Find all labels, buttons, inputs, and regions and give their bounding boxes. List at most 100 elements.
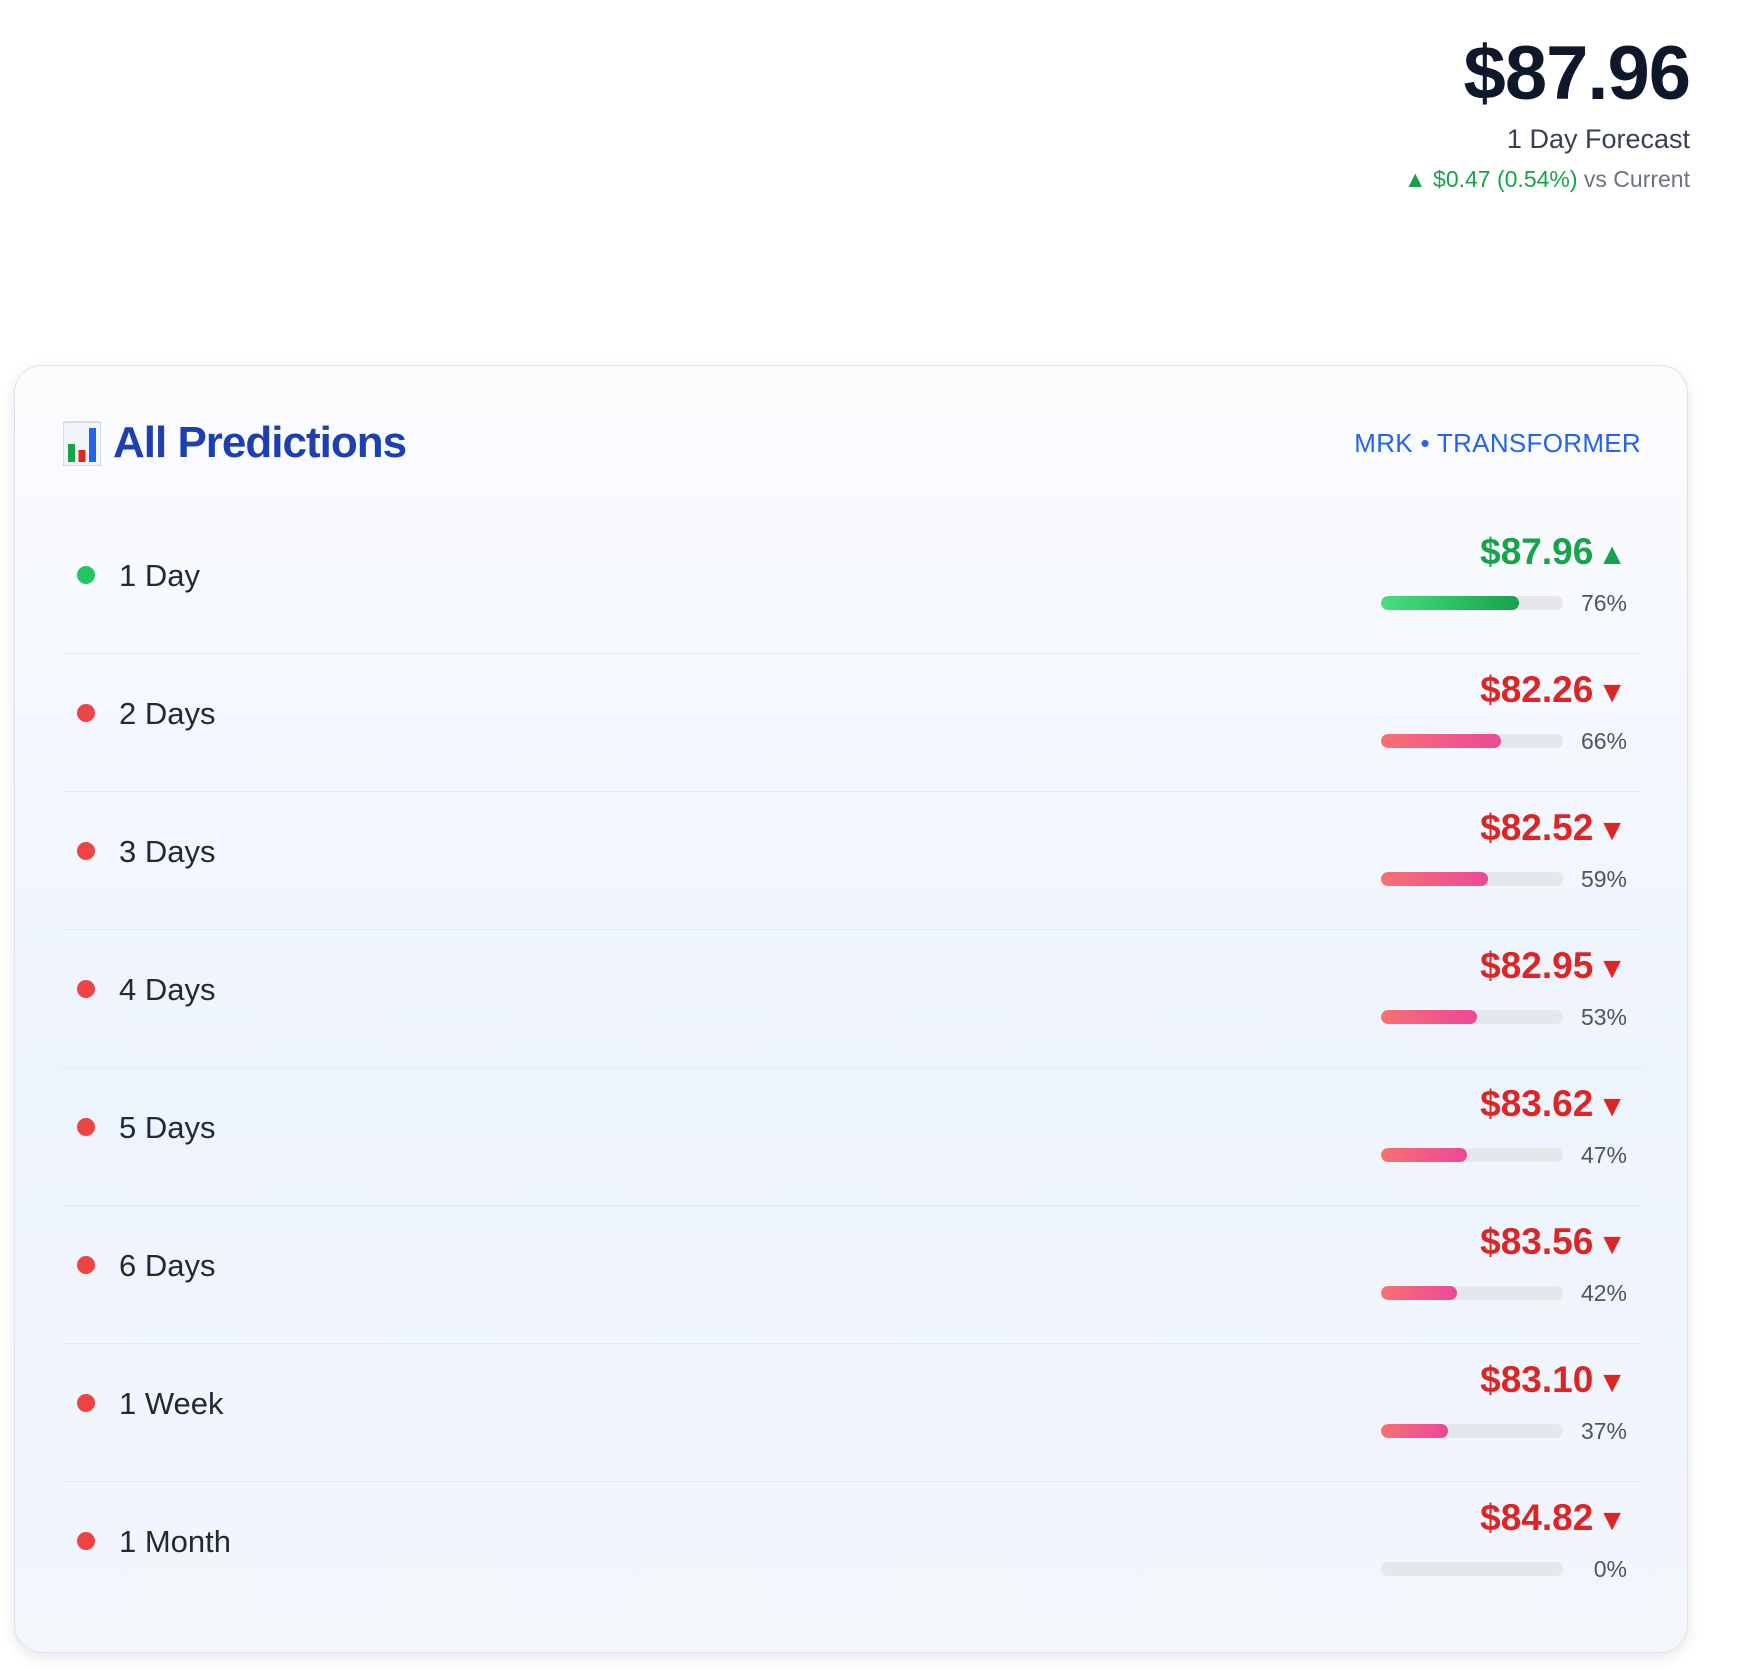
down-arrow-icon: ▼ (1597, 814, 1627, 847)
confidence-bar (1381, 1010, 1563, 1024)
confidence-bar (1381, 1424, 1563, 1438)
prediction-row: 2 Days $82.26 ▼ 66% (63, 654, 1641, 792)
prediction-horizon: 3 Days (119, 834, 216, 869)
prediction-price: $87.96 (1480, 531, 1594, 572)
change-value: $0.47 (0.54%) (1433, 166, 1578, 192)
prediction-row: 1 Day $87.96 ▲ 76% (63, 516, 1641, 654)
prediction-horizon: 6 Days (119, 1248, 216, 1283)
confidence-bar-fill (1381, 596, 1520, 610)
confidence-line: 37% (1327, 1415, 1627, 1447)
confidence-line: 53% (1327, 1001, 1627, 1033)
down-arrow-icon: ▼ (1597, 1090, 1627, 1123)
confidence-percent: 53% (1580, 1003, 1627, 1030)
confidence-bar-fill (1381, 1286, 1458, 1300)
prediction-price-line: $84.82 ▼ (1327, 1494, 1627, 1545)
prediction-value-group: $83.62 ▼ 47% (1327, 1080, 1627, 1171)
prediction-price: $82.26 (1480, 669, 1594, 710)
confidence-bar-fill (1381, 734, 1502, 748)
confidence-bar (1381, 1562, 1563, 1576)
prediction-list: 1 Day $87.96 ▲ 76% 2 Days $82.26 ▼ 66% 3… (63, 516, 1641, 1619)
confidence-percent: 76% (1580, 589, 1627, 616)
forecast-change: ▲ $0.47 (0.54%) vs Current (1090, 164, 1690, 194)
prediction-price-line: $87.96 ▲ (1327, 528, 1627, 579)
prediction-value-group: $83.10 ▼ 37% (1327, 1356, 1627, 1447)
prediction-price-line: $83.10 ▼ (1327, 1356, 1627, 1407)
direction-dot-icon (77, 1256, 95, 1274)
direction-dot-icon (77, 704, 95, 722)
confidence-percent: 59% (1580, 865, 1627, 892)
prediction-horizon: 1 Month (119, 1524, 232, 1559)
confidence-bar (1381, 872, 1563, 886)
direction-dot-icon (77, 1118, 95, 1136)
confidence-line: 59% (1327, 863, 1627, 895)
down-arrow-icon: ▼ (1597, 952, 1627, 985)
down-arrow-icon: ▼ (1597, 1504, 1627, 1537)
confidence-percent: 47% (1580, 1141, 1627, 1168)
prediction-horizon: 4 Days (119, 972, 216, 1007)
down-arrow-icon: ▼ (1597, 676, 1627, 709)
confidence-bar (1381, 734, 1563, 748)
forecast-summary: $87.96 1 Day Forecast ▲ $0.47 (0.54%) vs… (1090, 30, 1691, 194)
confidence-bar (1381, 1148, 1563, 1162)
confidence-line: 42% (1327, 1277, 1627, 1309)
forecast-price: $87.96 (1463, 31, 1691, 116)
prediction-value-group: $83.56 ▼ 42% (1327, 1218, 1627, 1309)
down-arrow-icon: ▼ (1597, 1228, 1627, 1261)
prediction-row: 4 Days $82.95 ▼ 53% (63, 930, 1641, 1068)
confidence-line: 47% (1327, 1139, 1627, 1171)
bar-chart-icon (63, 421, 101, 466)
direction-dot-icon (77, 566, 95, 584)
forecast-page: $87.96 1 Day Forecast ▲ $0.47 (0.54%) vs… (0, 0, 1738, 1670)
prediction-row: 6 Days $83.56 ▼ 42% (63, 1206, 1641, 1344)
prediction-price: $84.82 (1480, 1497, 1594, 1538)
confidence-percent: 0% (1593, 1555, 1627, 1582)
prediction-price: $83.10 (1480, 1359, 1594, 1400)
prediction-price: $83.62 (1480, 1083, 1594, 1124)
confidence-line: 0% (1327, 1553, 1627, 1585)
confidence-percent: 37% (1580, 1417, 1627, 1444)
down-arrow-icon: ▼ (1597, 1366, 1627, 1399)
prediction-price-line: $82.52 ▼ (1327, 804, 1627, 855)
confidence-percent: 66% (1580, 727, 1627, 754)
confidence-bar-fill (1381, 1148, 1467, 1162)
confidence-bar-fill (1381, 872, 1489, 886)
prediction-horizon: 5 Days (119, 1110, 216, 1145)
prediction-value-group: $87.96 ▲ 76% (1327, 528, 1627, 619)
prediction-price: $83.56 (1480, 1221, 1594, 1262)
ticker-model-label: MRK • TRANSFORMER (1354, 427, 1641, 458)
prediction-row: 1 Month $84.82 ▼ 0% (63, 1482, 1641, 1619)
prediction-row: 1 Week $83.10 ▼ 37% (63, 1344, 1641, 1482)
confidence-bar (1381, 1286, 1563, 1300)
prediction-value-group: $82.26 ▼ 66% (1327, 666, 1627, 757)
prediction-price-line: $82.26 ▼ (1327, 666, 1627, 717)
confidence-bar-fill (1381, 1424, 1449, 1438)
prediction-value-group: $82.95 ▼ 53% (1327, 942, 1627, 1033)
card-header: All Predictions MRK • TRANSFORMER (63, 416, 1641, 470)
direction-dot-icon (77, 842, 95, 860)
prediction-horizon: 1 Day (119, 558, 200, 593)
prediction-horizon: 1 Week (119, 1386, 224, 1421)
confidence-percent: 42% (1580, 1279, 1627, 1306)
direction-dot-icon (77, 1394, 95, 1412)
change-up-arrow-icon: ▲ (1403, 166, 1427, 192)
prediction-horizon: 2 Days (119, 696, 216, 731)
prediction-price: $82.52 (1480, 807, 1594, 848)
forecast-label: 1 Day Forecast (1506, 124, 1690, 154)
change-suffix: vs Current (1583, 166, 1690, 192)
up-arrow-icon: ▲ (1597, 538, 1627, 571)
prediction-price-line: $83.62 ▼ (1327, 1080, 1627, 1131)
confidence-bar-fill (1381, 1010, 1478, 1024)
prediction-value-group: $82.52 ▼ 59% (1327, 804, 1627, 895)
direction-dot-icon (77, 1532, 95, 1550)
prediction-price-line: $83.56 ▼ (1327, 1218, 1627, 1269)
prediction-value-group: $84.82 ▼ 0% (1327, 1494, 1627, 1585)
card-title: All Predictions (113, 418, 407, 467)
prediction-row: 3 Days $82.52 ▼ 59% (63, 792, 1641, 930)
prediction-row: 5 Days $83.62 ▼ 47% (63, 1068, 1641, 1206)
prediction-price-line: $82.95 ▼ (1327, 942, 1627, 993)
confidence-bar (1381, 596, 1563, 610)
card-title-group: All Predictions (63, 418, 407, 468)
confidence-line: 76% (1327, 587, 1627, 619)
confidence-line: 66% (1327, 725, 1627, 757)
all-predictions-card: All Predictions MRK • TRANSFORMER 1 Day … (14, 365, 1688, 1653)
